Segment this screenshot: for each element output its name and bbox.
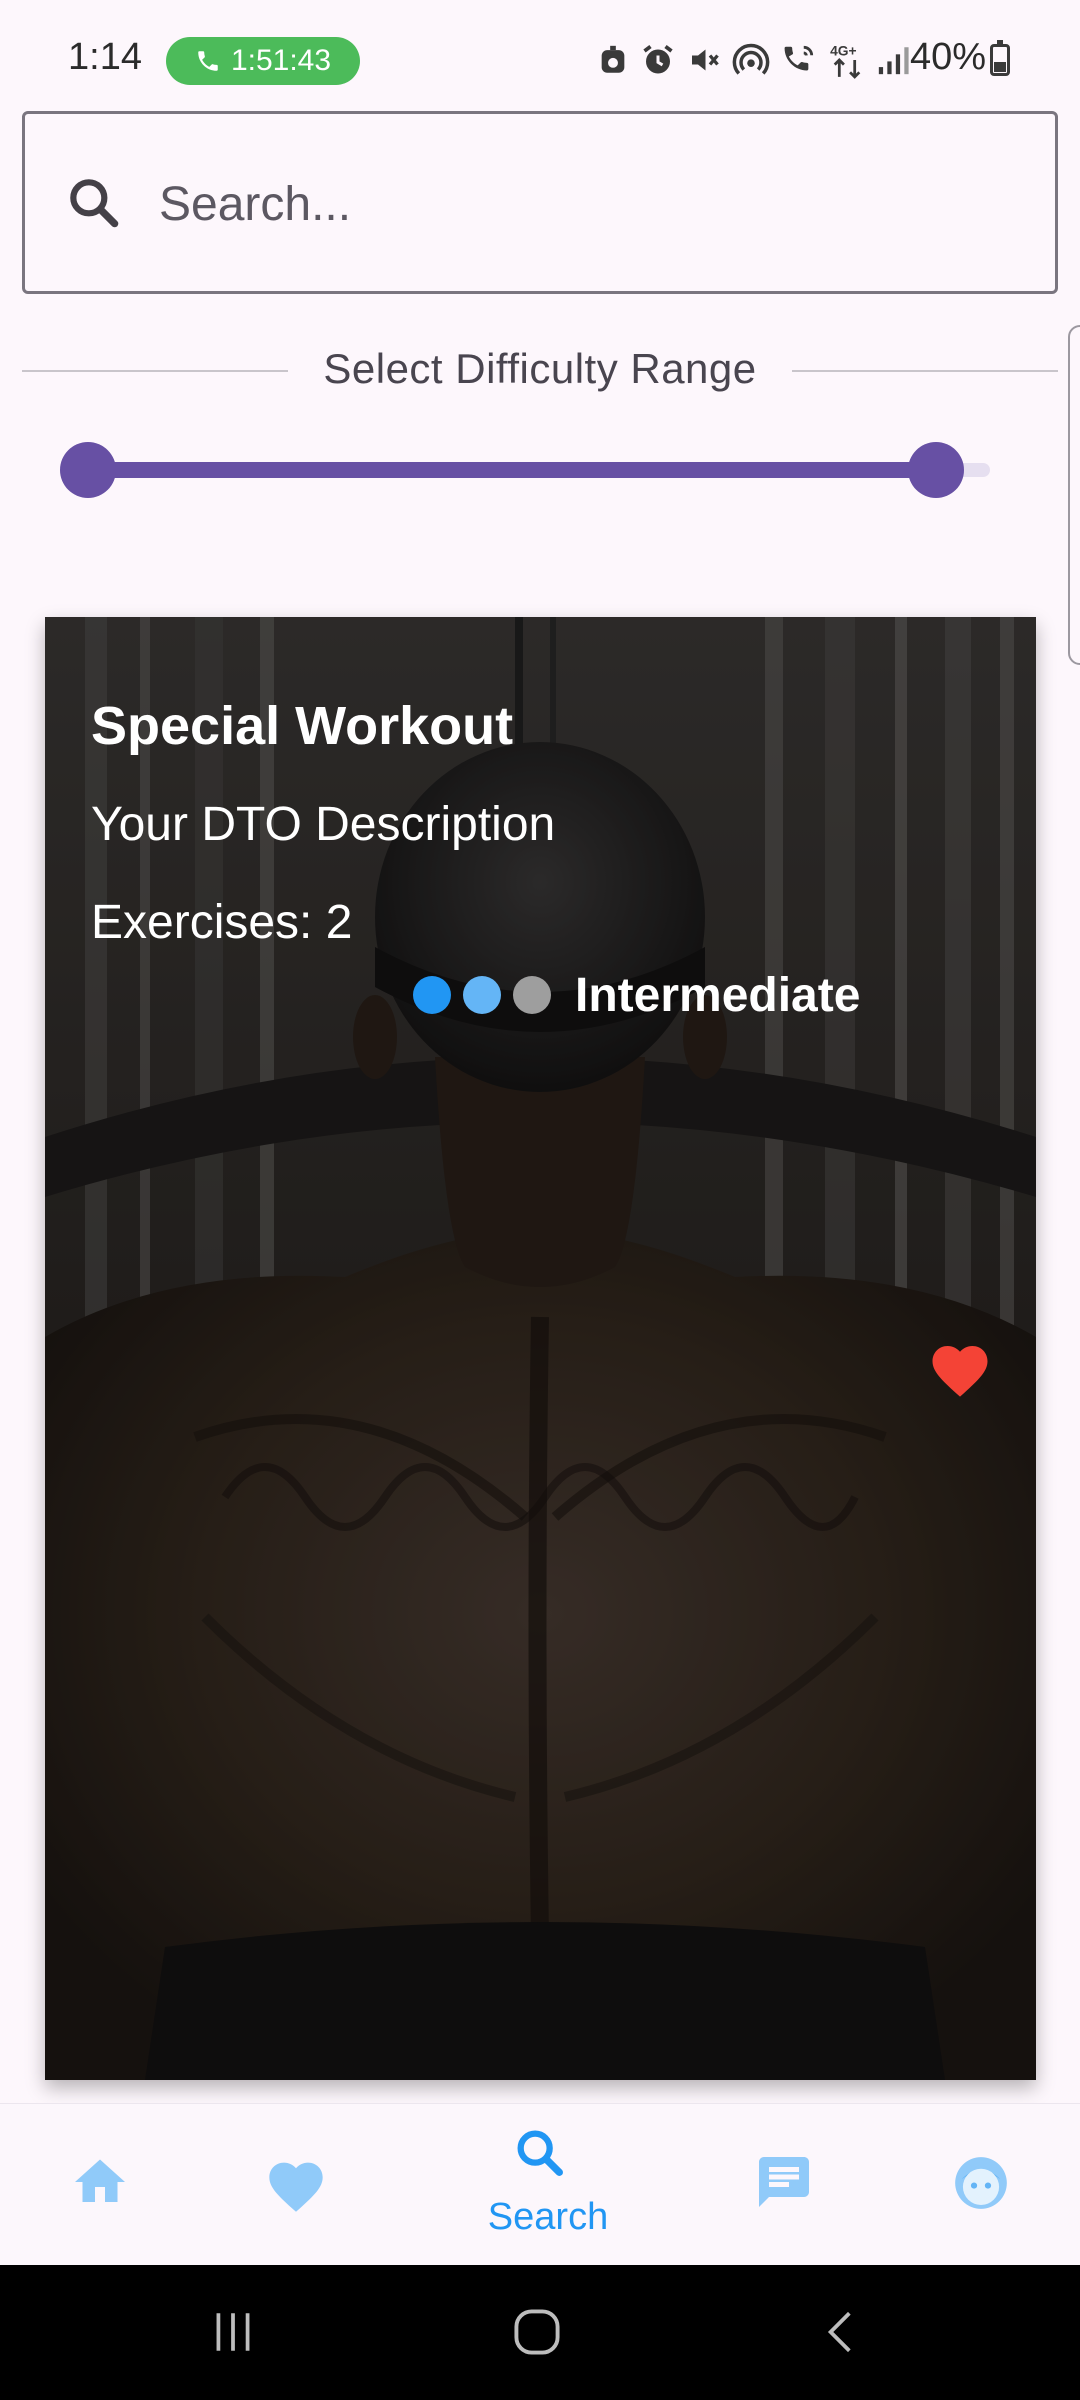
nav-messages[interactable] bbox=[754, 2104, 818, 2266]
alarm-icon bbox=[643, 45, 673, 74]
system-navigation-bar bbox=[0, 2265, 1080, 2400]
difficulty-dot bbox=[463, 976, 501, 1014]
status-bar: 1:14 1:51:43 4G+ 40% bbox=[0, 0, 1080, 110]
search-icon bbox=[70, 179, 119, 228]
home-circle-icon bbox=[514, 2309, 560, 2355]
back-icon bbox=[827, 2311, 851, 2353]
hotspot-icon bbox=[732, 43, 770, 75]
difficulty-dot bbox=[413, 976, 451, 1014]
status-time: 1:14 bbox=[68, 36, 142, 78]
difficulty-dot bbox=[513, 976, 551, 1014]
difficulty-indicator: Intermediate bbox=[413, 965, 860, 1025]
exercise-count: Exercises: 2 bbox=[91, 896, 353, 949]
status-icons: 4G+ bbox=[596, 38, 910, 82]
heart-icon bbox=[269, 2162, 323, 2212]
divider-left bbox=[22, 370, 288, 372]
nav-search-label: Search bbox=[487, 2196, 609, 2238]
4g-plus-icon: 4G+ bbox=[830, 42, 861, 79]
ongoing-call-chip[interactable]: 1:51:43 bbox=[166, 37, 360, 85]
back-button[interactable] bbox=[808, 2265, 874, 2400]
search-bar[interactable] bbox=[22, 111, 1058, 294]
home-icon bbox=[75, 2159, 125, 2202]
search-input[interactable] bbox=[159, 162, 1019, 246]
scrollbar[interactable] bbox=[1068, 325, 1080, 665]
signal-icon bbox=[878, 47, 909, 75]
bottom-navigation-bar: Search bbox=[0, 2103, 1080, 2265]
nav-home[interactable] bbox=[70, 2104, 134, 2266]
nav-search[interactable]: Search bbox=[488, 2104, 608, 2266]
face-icon bbox=[955, 2157, 1007, 2209]
wifi-call-icon bbox=[784, 45, 814, 71]
difficulty-slider-end-thumb[interactable] bbox=[907, 442, 964, 498]
workout-card[interactable]: Special Workout Your DTO Description Exe… bbox=[45, 617, 1036, 2080]
difficulty-slider-start-thumb[interactable] bbox=[60, 442, 116, 498]
workout-description: Your DTO Description bbox=[91, 798, 556, 851]
android-head-icon bbox=[601, 45, 625, 73]
chat-icon bbox=[759, 2157, 809, 2207]
phone-icon bbox=[198, 51, 218, 71]
call-duration: 1:51:43 bbox=[230, 44, 332, 77]
recents-button[interactable] bbox=[200, 2265, 266, 2400]
nav-favorites[interactable] bbox=[264, 2104, 328, 2266]
mute-icon bbox=[692, 49, 719, 71]
recents-icon bbox=[216, 2313, 250, 2351]
workout-title: Special Workout bbox=[91, 696, 514, 756]
battery-percentage: 40% bbox=[910, 36, 987, 78]
difficulty-label: Intermediate bbox=[575, 968, 861, 1022]
divider-right bbox=[792, 370, 1058, 372]
difficulty-slider-active-range bbox=[88, 462, 936, 478]
favorite-heart-icon[interactable] bbox=[927, 1337, 993, 1399]
network-label: 4G+ bbox=[830, 42, 857, 58]
home-button[interactable] bbox=[504, 2265, 570, 2400]
nav-profile[interactable] bbox=[950, 2104, 1014, 2266]
search-icon bbox=[517, 2130, 563, 2176]
difficulty-range-label: Select Difficulty Range bbox=[323, 345, 757, 392]
battery-icon bbox=[990, 40, 1010, 76]
